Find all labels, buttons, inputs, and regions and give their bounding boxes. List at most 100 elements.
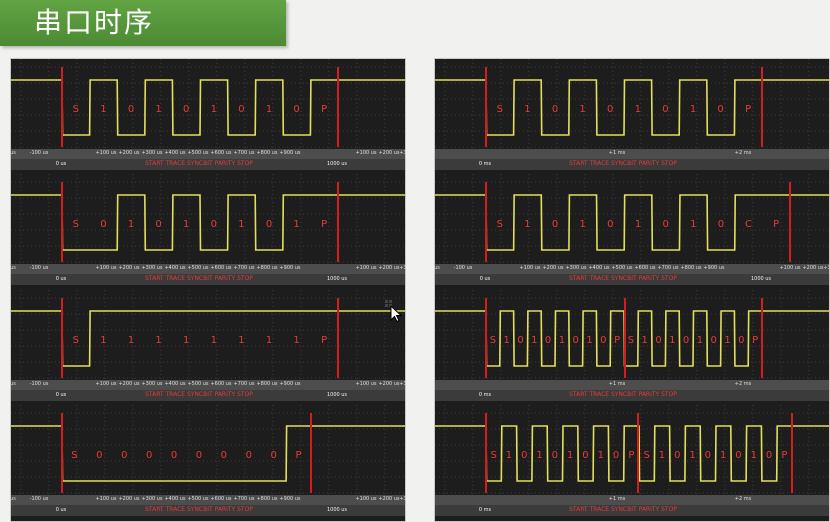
zero-time-label: 0 us — [55, 161, 67, 167]
waveform-plot: S10101010PS10101010P — [435, 405, 829, 495]
zero-time-label: 0 us — [479, 276, 491, 282]
axis-tick-label: +400 us — [164, 381, 186, 387]
bit-label: 1 — [238, 335, 244, 346]
bit-label: 1 — [266, 335, 272, 346]
time-axis: us -100 us +100 us +200 us +300 us +400 us +50… — [10, 380, 407, 390]
bit-label: 0 — [582, 450, 588, 461]
waveform-plot: S 0 1 0 1 0 1 0 1 P — [11, 174, 405, 264]
axis-tick-label: +200 us — [118, 496, 140, 502]
axis-tick-label: +100 us — [355, 381, 377, 387]
axis-tick-label: +1 ms — [608, 150, 626, 156]
bit-label: P — [628, 450, 634, 461]
bit-label: 0 — [738, 335, 744, 346]
decode-text: START TRACE SYNCBIT PARITY STOP — [569, 506, 677, 513]
bit-label: 0 — [221, 450, 227, 461]
bit-label: 0 — [683, 335, 689, 346]
bit-label: 1 — [100, 335, 106, 346]
axis-tick-label: +100 us — [95, 496, 117, 502]
bit-label: 0 — [552, 104, 558, 115]
protocol-decode-bar: 0 ms START TRACE SYNCBIT PARITY STOP — [435, 390, 829, 401]
protocol-decode-bar: 0 ms START TRACE SYNCBIT PARITY STOP — [435, 159, 829, 170]
axis-tick-label: +200 us — [542, 265, 564, 271]
scope-trace-r0: S 1 0 1 0 1 0 1 0 P +1 ms +2 ms 0 ms START TRACE SYNC… — [435, 59, 829, 171]
bit-label: P — [773, 219, 779, 230]
bit-label: S — [628, 335, 634, 346]
bit-label: S — [490, 335, 496, 346]
bit-label: 0 — [662, 104, 668, 115]
axis-tick-label: +100 us — [355, 150, 377, 156]
bit-label: 0 — [171, 450, 177, 461]
decode-text: START TRACE SYNCBIT PARITY STOP — [145, 391, 253, 398]
axis-tick-label: +500 us — [187, 265, 209, 271]
bit-label: P — [614, 335, 620, 346]
bit-label: P — [321, 219, 327, 230]
bit-label: 1 — [580, 219, 586, 230]
axis-tick-label: +2 ms — [734, 496, 752, 502]
time-axis: us -100 us +100 us +200 us +300 us +400 us +50… — [10, 149, 407, 159]
bit-label: 1 — [690, 219, 696, 230]
bit-label: 1 — [211, 335, 217, 346]
serial-signal-trace — [11, 79, 405, 136]
axis-tick-label: +200 us — [378, 150, 400, 156]
bit-label: 0 — [521, 450, 527, 461]
bit-label: 1 — [293, 219, 299, 230]
end-time-label: 1000 us — [750, 276, 772, 282]
axis-tick-label: +200 us — [378, 265, 400, 271]
axis-tick-label: -100 us — [29, 150, 49, 156]
serial-signal-trace — [11, 425, 405, 482]
axis-tick-label: +400 us — [164, 496, 186, 502]
page-title: 串口时序 — [0, 0, 286, 46]
axis-tick-label: us — [10, 381, 16, 387]
bit-label: 1 — [524, 219, 530, 230]
bit-label: 0 — [662, 219, 668, 230]
bit-label: 0 — [211, 219, 217, 230]
axis-tick-label: +100 us — [95, 381, 117, 387]
axis-tick-label: +700 us — [233, 381, 255, 387]
axis-tick-label: +800 us — [256, 381, 278, 387]
axis-tick-label: +900 us — [279, 496, 301, 502]
bit-label: C — [745, 219, 752, 230]
decode-text: START TRACE SYNCBIT PARITY STOP — [145, 506, 253, 513]
axis-tick-label: +300 us — [141, 381, 163, 387]
bit-label: 0 — [545, 335, 551, 346]
axis-tick-label: +900 us — [279, 150, 301, 156]
axis-tick-label: +200 us — [118, 150, 140, 156]
axis-tick-label: +700 us — [233, 150, 255, 156]
bit-label: 1 — [724, 335, 730, 346]
bit-label: 1 — [293, 335, 299, 346]
bit-label: S — [73, 104, 79, 115]
axis-tick-label: -100 us — [29, 496, 49, 502]
time-axis: us -100 us +100 us +200 us +300 us +400 us +50… — [10, 495, 407, 505]
bit-label: 0 — [96, 450, 102, 461]
bit-label: 0 — [655, 335, 661, 346]
bit-label: 1 — [642, 335, 648, 346]
waveform-plot: S 1 0 1 0 1 0 1 0 P — [11, 59, 405, 149]
time-axis: +1 ms +2 ms — [435, 495, 829, 505]
axis-tick-label: +400 us — [164, 265, 186, 271]
axis-tick-label: +800 us — [256, 496, 278, 502]
bit-label: 1 — [183, 219, 189, 230]
bit-label: 1 — [183, 335, 189, 346]
bit-label: P — [752, 335, 758, 346]
axis-tick-label: +100 us — [779, 265, 801, 271]
end-time-label: 1000 us — [326, 161, 348, 167]
serial-signal-trace — [435, 79, 829, 136]
scope-trace-r2: S 1 0 1 0 1 0 1 0 P S 1 0 1 0 1 0 1 0 P +1 ms +2 ms 0 ms START … — [435, 290, 829, 402]
axis-tick-label: +100 us — [95, 265, 117, 271]
bit-label: 1 — [579, 104, 585, 115]
axis-tick-label: +2 ms — [734, 381, 752, 387]
axis-tick-label: +1 ms — [608, 381, 626, 387]
zero-time-label: 0 ms — [478, 161, 492, 167]
serial-signal-trace — [435, 194, 829, 251]
bit-label: 1 — [697, 335, 703, 346]
decode-text: START TRACE SYNCBIT PARITY STOP — [569, 275, 677, 282]
bit-label: 0 — [100, 219, 106, 230]
bit-label: 1 — [531, 335, 537, 346]
bit-label: 1 — [598, 450, 604, 461]
axis-tick-label: -100 us — [453, 265, 473, 271]
scope-trace-l2: S 1 1 1 1 1 1 1 1 Pus -100 us +100 us +200 us +300 us… — [10, 290, 407, 402]
scope-trace-r3: S 1 0 1 0 1 0 1 0 P S 1 0 1 0 1 0 1 0 P +1 ms +2 ms 0 ms START … — [435, 405, 829, 517]
bit-label: 0 — [735, 450, 741, 461]
bit-label: 1 — [720, 450, 726, 461]
bit-label: 1 — [100, 104, 106, 115]
